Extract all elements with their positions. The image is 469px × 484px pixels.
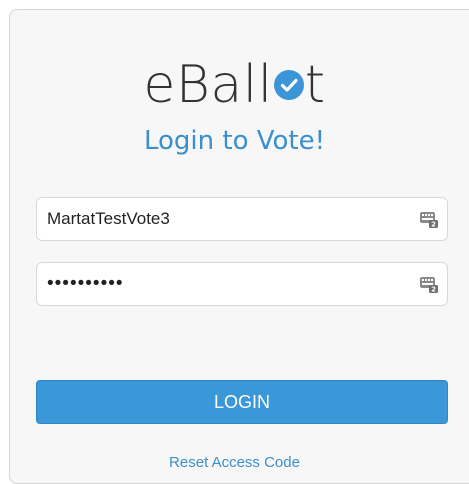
brand-logo: eBall t [0, 50, 469, 120]
password-field[interactable]: 2 [36, 262, 448, 306]
username-field[interactable]: 2 [36, 197, 448, 241]
login-button[interactable]: LOGIN [36, 380, 448, 424]
keyboard-icon[interactable]: 2 [419, 209, 439, 229]
svg-text:2: 2 [431, 221, 436, 229]
svg-text:2: 2 [431, 286, 436, 294]
logo-text-start: eBall [143, 55, 273, 115]
check-circle-icon [273, 70, 304, 100]
keyboard-icon[interactable]: 2 [419, 274, 439, 294]
username-input[interactable] [37, 198, 397, 240]
login-subtitle: Login to Vote! [143, 126, 326, 156]
logo-text-end: t [304, 55, 326, 115]
password-input[interactable] [37, 263, 397, 305]
reset-access-code-link[interactable]: Reset Access Code [0, 453, 469, 473]
